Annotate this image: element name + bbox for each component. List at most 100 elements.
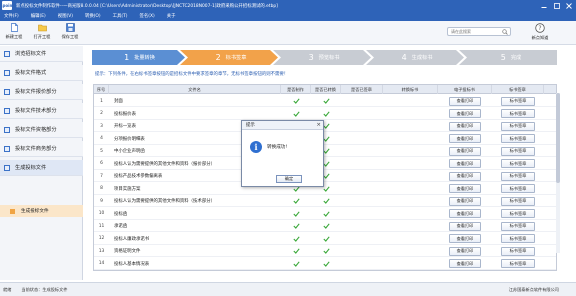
view-print-button[interactable]: 查看打印 xyxy=(449,209,481,218)
close-button[interactable] xyxy=(563,0,575,11)
bid-sign-button[interactable]: 标书签章 xyxy=(501,221,535,231)
menu-convert[interactable]: 转换(O) xyxy=(85,13,101,19)
new-file-icon xyxy=(10,23,19,32)
bid-sign-button[interactable]: 标书签章 xyxy=(501,259,535,268)
sidebar-item-bid-qualification[interactable]: 投标文件资格部分 xyxy=(0,122,83,138)
scrollbar-thumb[interactable] xyxy=(556,93,560,183)
row-index: 7 xyxy=(100,173,103,179)
menu-sign[interactable]: 签名(X) xyxy=(140,13,155,19)
bid-sign-button[interactable]: 标书签章 xyxy=(501,146,535,156)
view-print-button[interactable]: 查看打印 xyxy=(449,159,481,168)
checkbox-icon xyxy=(4,88,10,95)
save-project-button[interactable]: 保存工程 xyxy=(59,23,81,43)
table-row[interactable]: 10 投标函 查看打印 标书签章 xyxy=(94,208,556,220)
view-print-button[interactable]: 查看打印 xyxy=(449,96,481,106)
search-icon[interactable] xyxy=(502,29,508,35)
table-row[interactable]: 2 投标报价表 查看打印 标书签章 xyxy=(94,108,556,120)
converted-check-icon xyxy=(311,208,341,220)
view-print-button[interactable]: 查看打印 xyxy=(449,259,481,268)
view-print-button[interactable]: 查看打印 xyxy=(449,221,481,231)
info-icon: i xyxy=(250,141,262,153)
row-file-name: 开标一览表 xyxy=(114,124,136,129)
maximize-button[interactable] xyxy=(551,0,563,11)
table-row[interactable]: 4 分项报价明细表 查看打印 标书签章 xyxy=(94,133,556,145)
checkbox-icon xyxy=(4,145,10,152)
row-file-name: 资格证明文件 xyxy=(114,249,141,254)
bid-sign-button[interactable]: 标书签章 xyxy=(501,109,535,118)
made-check-icon xyxy=(281,245,311,257)
bid-sign-button[interactable]: 标书签章 xyxy=(501,171,535,181)
sidebar-item-browse-tender[interactable]: 浏览招标文件 xyxy=(0,46,83,62)
view-print-button[interactable]: 查看打印 xyxy=(449,246,481,256)
menu-tools[interactable]: 工具(T) xyxy=(113,13,128,19)
row-index: 8 xyxy=(100,186,103,191)
bid-sign-button[interactable]: 标书签章 xyxy=(501,159,535,168)
table-row[interactable]: 3 开标一览表 查看打印 标书签章 xyxy=(94,120,556,132)
dialog-close-icon[interactable]: × xyxy=(316,122,321,128)
sidebar-item-generate-bid[interactable]: 生成投标文件 xyxy=(0,160,83,176)
help-button[interactable]: ? 新点知道 xyxy=(527,23,553,43)
bullet-icon xyxy=(10,208,15,214)
checkbox-icon xyxy=(4,164,10,171)
view-print-button[interactable]: 查看打印 xyxy=(449,184,481,193)
search-box[interactable] xyxy=(447,27,511,36)
bid-sign-button[interactable]: 标书签章 xyxy=(501,96,535,106)
step-preview: 3 预览标书 xyxy=(308,53,340,62)
row-index: 13 xyxy=(98,248,105,254)
view-print-button[interactable]: 查看打印 xyxy=(449,109,481,118)
sidebar-subitem-generate-bid[interactable]: 生成投标文件 xyxy=(0,205,83,217)
bid-sign-button[interactable]: 标书签章 xyxy=(501,196,535,206)
table-row[interactable]: 14 投标人基本情况表 查看打印 标书签章 xyxy=(94,258,556,270)
open-project-button[interactable]: 打开工程 xyxy=(31,23,53,43)
sidebar-item-bid-format[interactable]: 投标文件格式 xyxy=(0,65,83,81)
view-print-button[interactable]: 查看打印 xyxy=(449,196,481,206)
sidebar-item-bid-technical[interactable]: 投标文件技术部分 xyxy=(0,103,83,119)
table-row[interactable]: 5 中小企业声明函 查看打印 标书签章 xyxy=(94,145,556,157)
dialog-title: 提示 xyxy=(242,121,323,130)
maximize-icon xyxy=(554,2,560,9)
search-input[interactable] xyxy=(451,29,501,34)
view-print-button[interactable]: 查看打印 xyxy=(449,121,481,131)
view-print-button[interactable]: 查看打印 xyxy=(449,171,481,181)
step-bid-sign: 2 标书签章 xyxy=(215,53,247,62)
bid-sign-button[interactable]: 标书签章 xyxy=(501,184,535,193)
table-scrollbar[interactable] xyxy=(556,93,560,253)
bid-sign-button[interactable]: 标书签章 xyxy=(501,246,535,256)
bid-sign-button[interactable]: 标书签章 xyxy=(501,121,535,131)
table-row[interactable]: 6 投标人认为需要提供的其他文件和资料（报价部分） 查看打印 标书签章 xyxy=(94,158,556,170)
converted-check-icon xyxy=(311,108,341,120)
sidebar-item-bid-quote[interactable]: 投标文件报价部分 xyxy=(0,84,83,100)
menu-about[interactable]: 关于 xyxy=(167,13,176,19)
menu-file[interactable]: 文件(F) xyxy=(4,13,19,19)
message-dialog: 提示 × i 转换成功! 确定 xyxy=(241,120,324,187)
status-company: 江苏国泰新点软件有限公司 xyxy=(508,286,559,292)
view-print-button[interactable]: 查看打印 xyxy=(449,146,481,156)
row-index: 3 xyxy=(100,123,103,129)
sidebar: 浏览招标文件 投标文件格式 投标文件报价部分 投标文件技术部分 投标文件资格部分… xyxy=(0,46,83,280)
table-row[interactable]: 1 封面 查看打印 标书签章 xyxy=(94,95,556,107)
bid-sign-button[interactable]: 标书签章 xyxy=(501,134,535,143)
converted-check-icon xyxy=(311,95,341,107)
table-row[interactable]: 12 投标人廉政承诺书 查看打印 标书签章 xyxy=(94,233,556,245)
table-row[interactable]: 13 资格证明文件 查看打印 标书签章 xyxy=(94,245,556,257)
dialog-message: 转换成功! xyxy=(267,145,288,150)
table-row[interactable]: 8 项目实施方案 查看打印 标书签章 xyxy=(94,183,556,195)
view-print-button[interactable]: 查看打印 xyxy=(449,134,481,143)
sidebar-item-bid-business[interactable]: 投标文件商务部分 xyxy=(0,141,83,157)
bid-sign-button[interactable]: 标书签章 xyxy=(501,209,535,218)
new-project-button[interactable]: 新建工程 xyxy=(3,23,25,43)
made-check-icon xyxy=(281,258,311,270)
menu-view[interactable]: 视图(V) xyxy=(58,13,73,19)
minimize-button[interactable] xyxy=(538,0,550,11)
converted-check-icon xyxy=(311,195,341,207)
row-index: 14 xyxy=(98,261,105,266)
dialog-ok-button[interactable]: 确定 xyxy=(276,175,302,183)
table-row[interactable]: 7 投标产品技术参数偏离表 查看打印 标书签章 xyxy=(94,170,556,182)
table-row[interactable]: 11 承诺函 查看打印 标书签章 xyxy=(94,220,556,232)
view-print-button[interactable]: 查看打印 xyxy=(449,234,481,243)
table-row[interactable]: 9 投标人认为需要提供的其他文件和资料（技术部分） 查看打印 标书签章 xyxy=(94,195,556,207)
row-index: 2 xyxy=(100,111,103,116)
menu-edit[interactable]: 编辑(E) xyxy=(31,13,46,19)
open-folder-icon xyxy=(37,23,47,32)
bid-sign-button[interactable]: 标书签章 xyxy=(501,234,535,243)
